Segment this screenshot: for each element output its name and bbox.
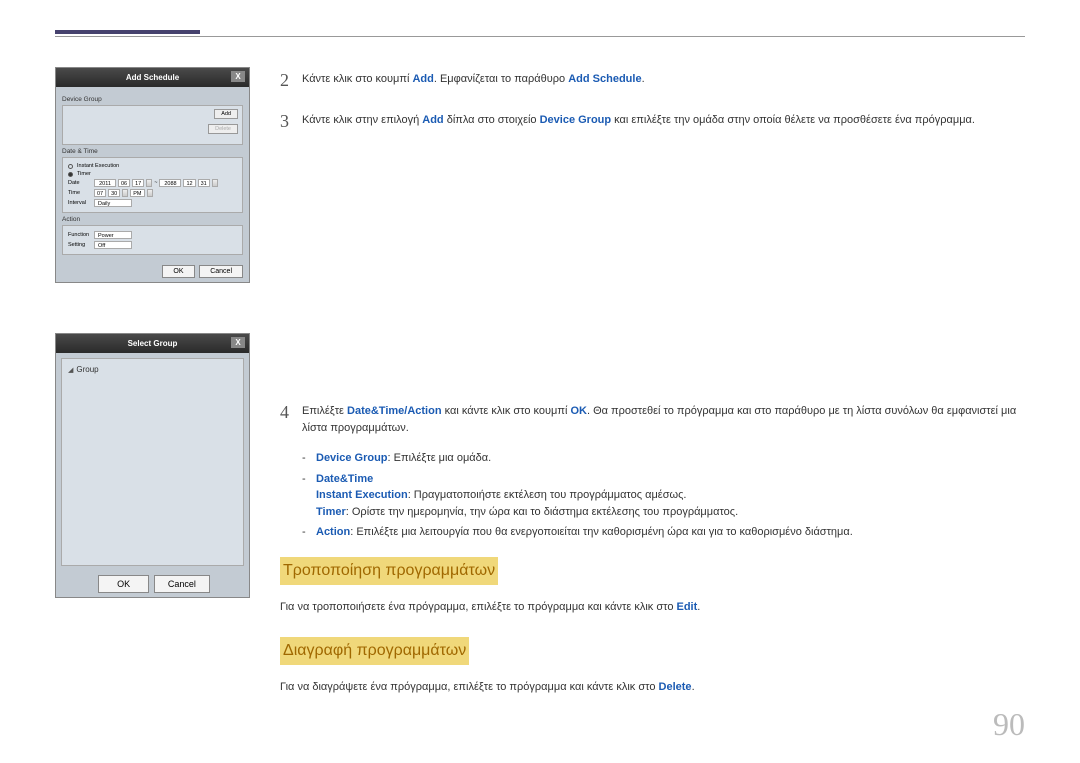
section-heading-delete: Διαγραφή προγραμμάτων xyxy=(280,637,469,665)
close-icon[interactable]: X xyxy=(231,71,245,82)
step-text: Επιλέξτε Date&Time/Action και κάντε κλικ… xyxy=(302,399,1025,436)
step-3: 3 Κάντε κλικ στην επιλογή Add δίπλα στο … xyxy=(280,108,1025,135)
group-tree[interactable]: ◢Group xyxy=(61,358,244,566)
time-hour[interactable]: 07 xyxy=(94,189,106,197)
bullet-list: - Device Group: Επιλέξτε μια ομάδα. - Da… xyxy=(302,450,1025,541)
section-heading-modify: Τροποποίηση προγραμμάτων xyxy=(280,557,498,585)
step-number: 4 xyxy=(280,399,302,436)
date-to-year[interactable]: 2088 xyxy=(159,179,181,187)
device-group-label: Device Group xyxy=(62,96,243,103)
add-schedule-dialog: Add Schedule X Device Group Add Delete D… xyxy=(55,67,250,283)
date-from-day[interactable]: 17 xyxy=(132,179,144,187)
delete-button[interactable]: Delete xyxy=(208,124,238,134)
modify-text: Για να τροποποιήσετε ένα πρόγραμμα, επιλ… xyxy=(280,599,1025,616)
timer-radio[interactable]: Timer xyxy=(77,171,91,177)
ok-button[interactable]: OK xyxy=(98,575,149,593)
delete-text: Για να διαγράψετε ένα πρόγραμμα, επιλέξτ… xyxy=(280,679,1025,696)
time-minute[interactable]: 30 xyxy=(108,189,120,197)
bullet-item: - Device Group: Επιλέξτε μια ομάδα. xyxy=(302,450,1025,467)
page-number: 90 xyxy=(993,706,1025,743)
select-group-dialog: Select Group X ◢Group OK Cancel xyxy=(55,333,250,598)
cancel-button[interactable]: Cancel xyxy=(199,265,243,278)
close-icon[interactable]: X xyxy=(231,337,245,348)
step-number: 3 xyxy=(280,108,302,135)
interval-label: Interval xyxy=(68,200,92,206)
date-to-day[interactable]: 31 xyxy=(198,179,210,187)
bullet-item: - Action: Επιλέξτε μια λειτουργία που θα… xyxy=(302,524,1025,541)
function-label: Function xyxy=(68,232,92,238)
action-label: Action xyxy=(62,216,243,223)
date-label: Date xyxy=(68,180,92,186)
bullet-item: - Date&Time Instant Execution: Πραγματοπ… xyxy=(302,471,1025,521)
dialog-title: Add Schedule X xyxy=(56,68,249,87)
step-text: Κάντε κλικ στο κουμπί Add. Εμφανίζεται τ… xyxy=(302,67,645,94)
time-label: Time xyxy=(68,190,92,196)
setting-select[interactable]: Off xyxy=(94,241,132,249)
function-select[interactable]: Power xyxy=(94,231,132,239)
cancel-button[interactable]: Cancel xyxy=(154,575,210,593)
select-group-title: Select Group xyxy=(128,339,178,348)
instant-execution-radio[interactable]: Instant Execution xyxy=(77,163,119,169)
device-group-box: Add Delete xyxy=(62,105,243,145)
step-2: 2 Κάντε κλικ στο κουμπί Add. Εμφανίζεται… xyxy=(280,67,1025,94)
step-4: 4 Επιλέξτε Date&Time/Action και κάντε κλ… xyxy=(280,399,1025,436)
date-to-month[interactable]: 12 xyxy=(183,179,195,187)
action-box: Function Power Setting Off xyxy=(62,225,243,255)
add-schedule-title: Add Schedule xyxy=(126,73,179,82)
group-tree-item[interactable]: Group xyxy=(76,365,98,374)
date-from-month[interactable]: 06 xyxy=(118,179,130,187)
step-number: 2 xyxy=(280,67,302,94)
interval-select[interactable]: Daily xyxy=(94,199,132,207)
time-ampm[interactable]: PM xyxy=(130,189,144,197)
ok-button[interactable]: OK xyxy=(162,265,194,278)
datetime-box: Instant Execution Timer Date 2011 06 17 … xyxy=(62,157,243,213)
step-text: Κάντε κλικ στην επιλογή Add δίπλα στο στ… xyxy=(302,108,975,135)
dialog-title: Select Group X xyxy=(56,334,249,353)
tree-arrow-icon[interactable]: ◢ xyxy=(68,367,73,374)
datetime-label: Date & Time xyxy=(62,148,243,155)
add-button[interactable]: Add xyxy=(214,109,238,119)
setting-label: Setting xyxy=(68,242,92,248)
date-from-year[interactable]: 2011 xyxy=(94,179,116,187)
